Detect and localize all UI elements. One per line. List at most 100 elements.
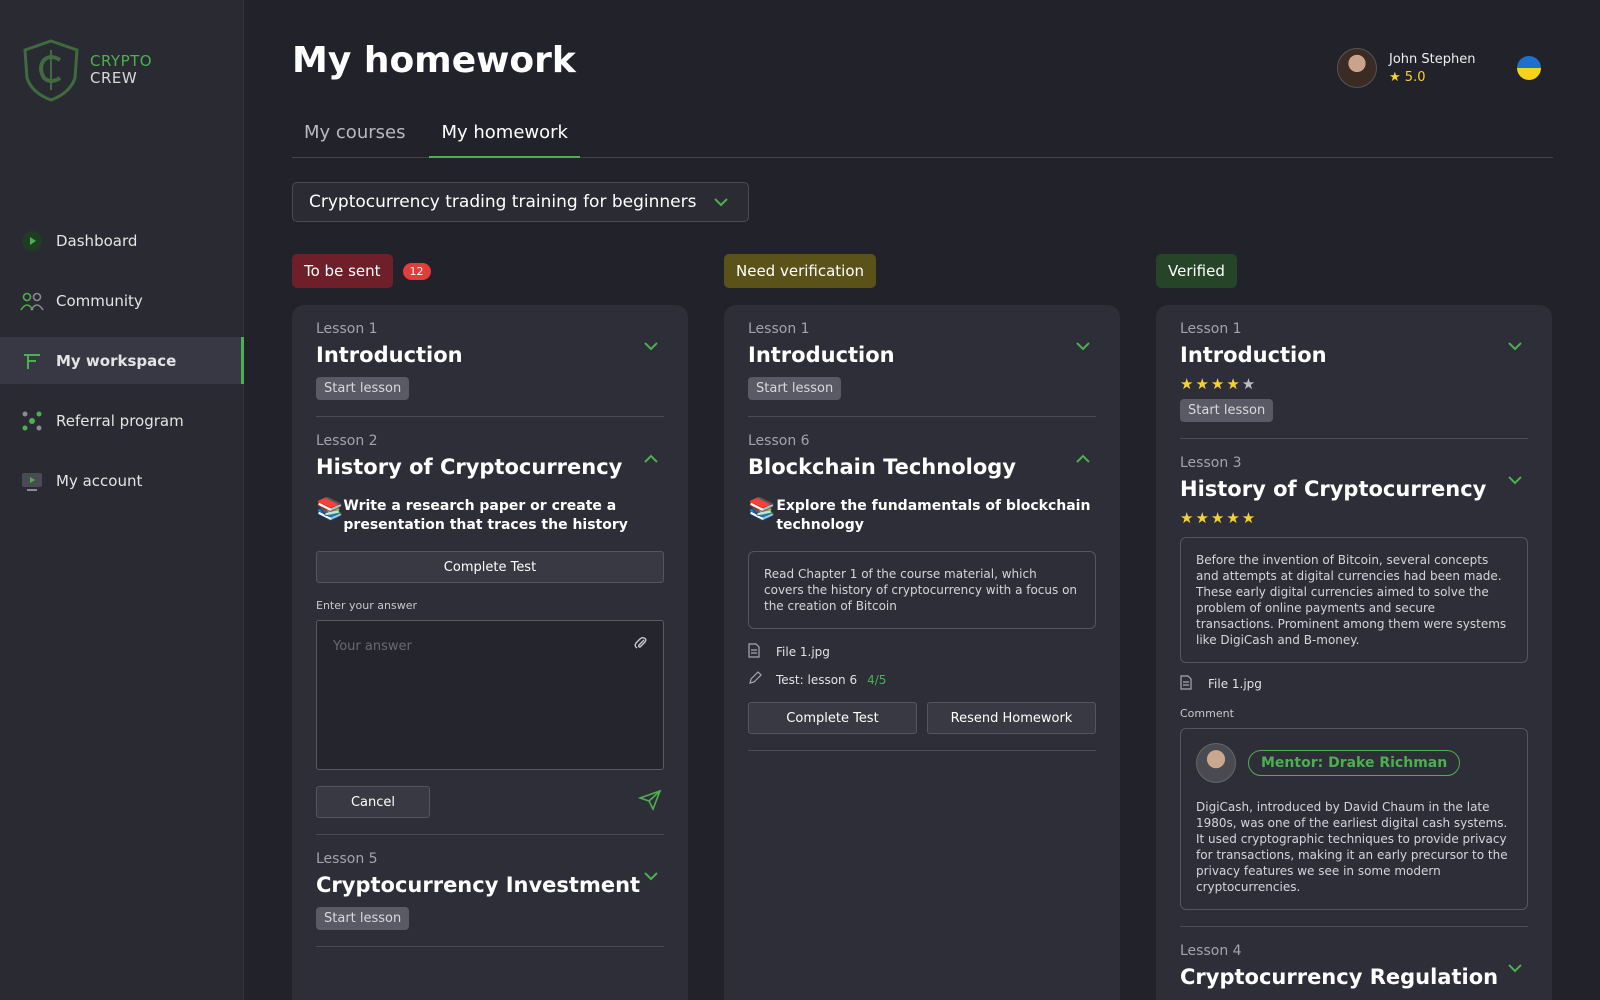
task: 📚 Write a research paper or create a pre… (316, 497, 664, 535)
test-result[interactable]: Test: lesson 6 4/5 (748, 671, 1096, 688)
lesson-number: Lesson 2 (316, 433, 378, 449)
brand-name: CRYPTO CREW (90, 53, 152, 87)
file-name: File 1.jpg (1208, 677, 1262, 691)
lesson-number: Lesson 6 (748, 433, 810, 449)
shield-logo-icon (23, 39, 79, 102)
lesson-card-expanded: Lesson 6 Blockchain Technology 📚 Explore… (748, 417, 1096, 751)
lesson-title: Cryptocurrency Regulation (1180, 965, 1499, 989)
chevron-down-icon[interactable] (1508, 473, 1522, 489)
sidebar: CRYPTO CREW Dashboard Community My works… (0, 0, 244, 1000)
course-select[interactable]: Cryptocurrency trading training for begi… (292, 182, 749, 222)
sidebar-item-community[interactable]: Community (0, 277, 244, 324)
avatar[interactable] (1337, 48, 1377, 88)
brand-line2: CREW (90, 69, 138, 87)
lesson-card[interactable]: Lesson 1 Introduction ★★★★★ Start lesson (1180, 305, 1528, 439)
column-to-be-sent: Lesson 1 Introduction Start lesson Lesso… (292, 305, 688, 1000)
answer-field[interactable] (316, 620, 664, 770)
sidebar-item-dashboard[interactable]: Dashboard (0, 217, 244, 264)
user-rating: ★ 5.0 (1389, 70, 1475, 85)
paperclip-icon[interactable] (633, 635, 649, 655)
referral-icon (20, 409, 44, 433)
sidebar-item-label: Community (56, 291, 143, 310)
brand-line1: CRYPTO (90, 52, 153, 70)
star-rating: ★★★★★ (1180, 509, 1258, 527)
task-note: Read Chapter 1 of the course material, w… (748, 551, 1096, 629)
chevron-down-icon (714, 192, 729, 212)
chevron-down-icon[interactable] (1508, 339, 1522, 355)
sidebar-item-my-account[interactable]: My account (0, 457, 244, 504)
user-info: John Stephen ★ 5.0 (1389, 52, 1475, 85)
complete-test-button[interactable]: Complete Test (316, 551, 664, 583)
column-verified: Lesson 1 Introduction ★★★★★ Start lesson… (1156, 305, 1552, 1000)
mentor-comment-text: DigiCash, introduced by David Chaum in t… (1196, 800, 1508, 894)
lesson-card[interactable]: Lesson 1 Introduction Start lesson (316, 305, 664, 417)
page-title: My homework (292, 40, 576, 81)
complete-test-button[interactable]: Complete Test (748, 702, 917, 734)
answer-input[interactable] (333, 639, 623, 654)
sidebar-item-label: My workspace (56, 351, 177, 370)
mentor-header: Mentor: Drake Richman (1196, 743, 1512, 783)
cancel-button[interactable]: Cancel (316, 786, 430, 818)
lesson-number: Lesson 4 (1180, 943, 1242, 959)
lesson-number: Lesson 3 (1180, 455, 1242, 471)
user-rating-value: 5.0 (1404, 69, 1426, 85)
lesson-title: History of Cryptocurrency (316, 455, 623, 479)
task-note: Before the invention of Bitcoin, several… (1180, 537, 1528, 663)
lesson-title: Introduction (1180, 343, 1327, 367)
file-attachment[interactable]: File 1.jpg (748, 643, 1096, 661)
mentor-name: Mentor: Drake Richman (1248, 750, 1461, 776)
column-need-verification: Lesson 1 Introduction Start lesson Lesso… (724, 305, 1120, 1000)
sidebar-item-label: Referral program (56, 411, 184, 430)
file-icon (748, 643, 776, 661)
user-profile[interactable]: John Stephen ★ 5.0 (1337, 48, 1475, 88)
account-icon (20, 469, 44, 493)
books-icon: 📚 (748, 497, 776, 522)
sidebar-item-label: Dashboard (56, 231, 138, 250)
play-icon (20, 229, 44, 253)
sidebar-nav: Dashboard Community My workspace Referra… (0, 217, 244, 517)
tab-my-courses[interactable]: My courses (292, 120, 417, 158)
chevron-down-icon[interactable] (1508, 961, 1522, 977)
tab-my-homework[interactable]: My homework (429, 120, 580, 158)
count-badge: 12 (402, 262, 431, 280)
chevron-up-icon[interactable] (1076, 451, 1090, 467)
chevron-down-icon[interactable] (644, 869, 658, 885)
start-lesson-button[interactable]: Start lesson (1180, 399, 1274, 422)
star-icon: ★ (1389, 69, 1401, 85)
send-icon[interactable] (637, 789, 662, 815)
workspace-icon (20, 349, 44, 373)
file-attachment[interactable]: File 1.jpg (1180, 675, 1528, 693)
start-lesson-button[interactable]: Start lesson (316, 907, 410, 930)
star-rating: ★★★★★ (1180, 375, 1258, 393)
status-badge: Need verification (724, 254, 877, 288)
lesson-number: Lesson 1 (316, 321, 378, 337)
course-select-value: Cryptocurrency trading training for begi… (309, 192, 697, 212)
lesson-card[interactable]: Lesson 5 Cryptocurrency Investment Start… (316, 835, 664, 947)
resend-homework-button[interactable]: Resend Homework (927, 702, 1096, 734)
lesson-card-expanded: Lesson 3 History of Cryptocurrency ★★★★★… (1180, 439, 1528, 927)
answer-actions: Cancel (316, 786, 664, 818)
lesson-title: History of Cryptocurrency (1180, 477, 1487, 501)
column-header-need-verification: Need verification (724, 254, 877, 288)
chevron-down-icon[interactable] (644, 339, 658, 355)
chevron-down-icon[interactable] (1076, 339, 1090, 355)
community-icon (20, 289, 44, 313)
lesson-number: Lesson 1 (748, 321, 810, 337)
ukraine-flag-icon[interactable] (1517, 56, 1541, 80)
column-header-verified: Verified (1156, 254, 1237, 288)
lesson-card[interactable]: Lesson 1 Introduction Start lesson (748, 305, 1096, 417)
column-header-to-be-sent: To be sent 12 (292, 254, 431, 288)
start-lesson-button[interactable]: Start lesson (748, 377, 842, 400)
lesson-card[interactable]: Lesson 4 Cryptocurrency Regulation ★★★★★ (1180, 927, 1528, 1000)
lesson-card-expanded: Lesson 2 History of Cryptocurrency 📚 Wri… (316, 417, 664, 835)
file-icon (1180, 675, 1208, 693)
sidebar-item-referral-program[interactable]: Referral program (0, 397, 244, 444)
lesson-number: Lesson 1 (1180, 321, 1242, 337)
start-lesson-button[interactable]: Start lesson (316, 377, 410, 400)
lesson-title: Cryptocurrency Investment (316, 873, 641, 897)
brand-logo[interactable]: CRYPTO CREW (20, 38, 152, 102)
verification-actions: Complete Test Resend Homework (748, 702, 1096, 734)
chevron-up-icon[interactable] (644, 451, 658, 467)
sidebar-item-my-workspace[interactable]: My workspace (0, 337, 244, 384)
pencil-icon (748, 671, 776, 688)
